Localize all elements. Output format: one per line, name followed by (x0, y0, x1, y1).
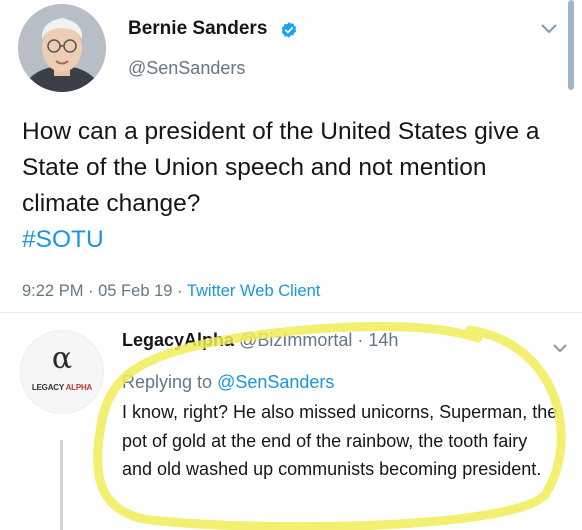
author-handle[interactable]: @SenSanders (128, 58, 245, 79)
meta-separator: · (83, 282, 99, 300)
avatar-portrait (18, 4, 106, 92)
verified-badge-icon (280, 21, 298, 39)
reply-author-name[interactable]: LegacyAlpha (122, 330, 234, 350)
scrollbar[interactable] (568, 0, 574, 90)
meta-separator: · (172, 282, 187, 300)
meta-separator: · (352, 330, 369, 350)
replying-to: Replying to @SenSanders (122, 372, 334, 393)
avatar[interactable] (18, 4, 106, 92)
reply-text: I know, right? He also missed unicorns, … (122, 402, 558, 479)
tweet-meta: 9:22 PM · 05 Feb 19 · Twitter Web Client (22, 282, 320, 301)
main-tweet[interactable]: Bernie Sanders @SenSanders How can a pre… (0, 0, 582, 312)
thread-line (60, 440, 63, 530)
client-link[interactable]: Twitter Web Client (187, 282, 321, 300)
reply-header: LegacyAlpha @BizImmortal · 14h (122, 330, 398, 351)
reply-author-handle[interactable]: @BizImmortal (239, 330, 352, 350)
legacy-alpha-logo: α (51, 341, 73, 376)
tweet-date[interactable]: 05 Feb 19 (98, 282, 172, 300)
replying-prefix: Replying to (122, 372, 218, 392)
hashtag-link[interactable]: #SOTU (22, 222, 567, 258)
tweet-text: How can a president of the United States… (22, 114, 567, 258)
reply-avatar[interactable]: α LEGACY ALPHA (20, 330, 104, 414)
author-name[interactable]: Bernie Sanders (128, 18, 267, 40)
legacy-alpha-wordmark: LEGACY ALPHA (31, 383, 93, 392)
reply-time[interactable]: 14h (368, 330, 398, 350)
replying-mention-link[interactable]: @SenSanders (217, 372, 334, 392)
chevron-down-icon[interactable] (540, 22, 558, 34)
tweet-body: How can a president of the United States… (22, 118, 540, 217)
chevron-down-icon[interactable] (552, 341, 568, 353)
tweet-time[interactable]: 9:22 PM (22, 282, 83, 300)
